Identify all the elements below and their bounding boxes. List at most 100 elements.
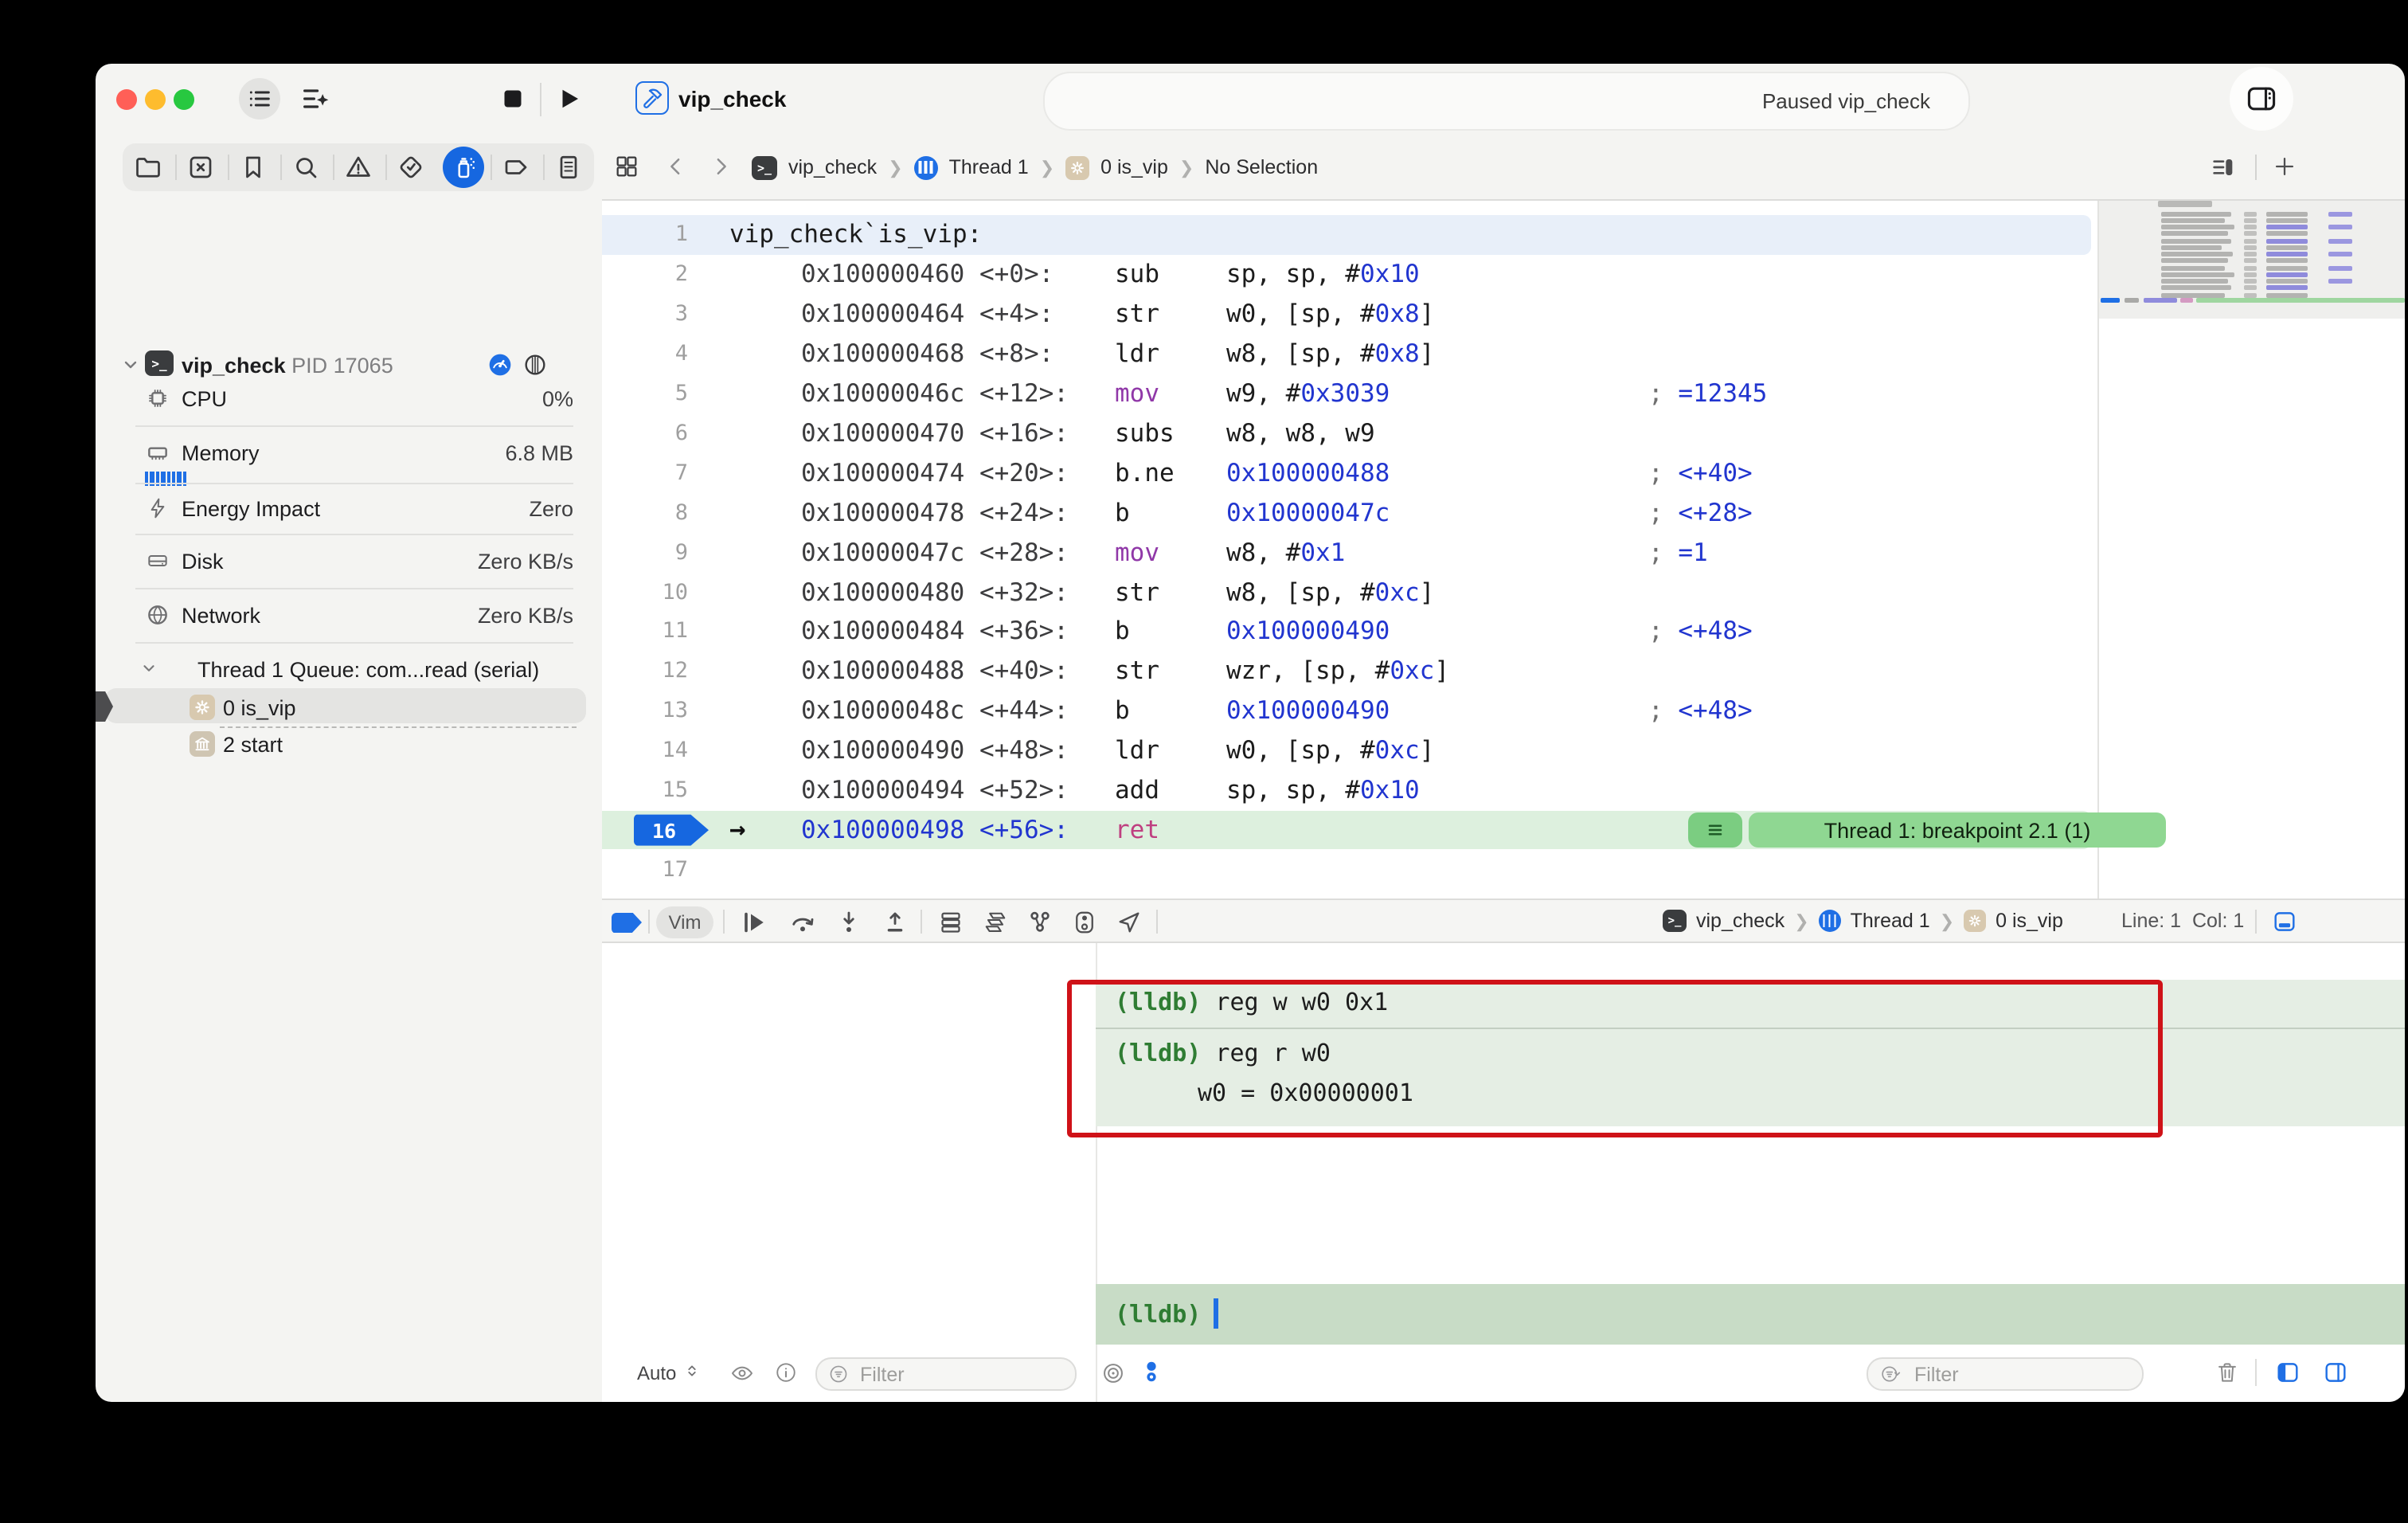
screenshot-stage: vip_check Paused vip_check >_ vip_check …	[0, 0, 2408, 1523]
zoom-window-button[interactable]	[174, 89, 194, 110]
disassembly-line[interactable]: 50x10000046c <+12>:movw9, #0x3039; =1234…	[602, 374, 2091, 413]
right-sidebar-toggle-icon[interactable]	[2244, 81, 2279, 116]
stack-frame-row[interactable]: 2 start	[223, 733, 283, 757]
rings-icon[interactable]	[522, 352, 548, 378]
minimap-row-bar	[2161, 225, 2234, 229]
breakpoints-enabled-toggle[interactable]	[612, 912, 642, 933]
warning-icon[interactable]	[344, 153, 373, 182]
debug-breadcrumb-thread[interactable]: Thread 1	[1851, 910, 1930, 932]
gauge-label-cpu[interactable]: CPU	[182, 387, 227, 411]
disassembly-line[interactable]: 30x100000464 <+4>:strw0, [sp, #0x8]	[602, 295, 2091, 335]
console-entry[interactable]: (lldb) reg w w0 0x1	[1096, 980, 2405, 1028]
debug-area-toggle-icon[interactable]	[2271, 908, 2298, 935]
disassembly-line[interactable]: 17	[602, 850, 2091, 890]
breadcrumb-process[interactable]: vip_check	[788, 156, 877, 178]
console-filter-field[interactable]	[1867, 1357, 2144, 1391]
disassembly-line[interactable]: 20x100000460 <+0>:subsp, sp, #0x10	[602, 255, 2091, 295]
chevron-down-icon[interactable]	[121, 355, 140, 374]
disassembly-line[interactable]: 60x100000470 <+16>:subsw8, w8, w9	[602, 413, 2091, 453]
instruction-comment: ; =1	[1648, 532, 1708, 572]
breakpoint-badge[interactable]: 16	[634, 815, 709, 846]
disassembly-line[interactable]: 70x100000474 <+20>:b.ne0x100000488; <+40…	[602, 453, 2091, 493]
minimap-row-bar	[2266, 265, 2308, 270]
line-number: 9	[602, 532, 688, 572]
disassembly-line[interactable]: 80x100000478 <+24>:b0x10000047c; <+28>	[602, 493, 2091, 533]
crash-icon[interactable]	[186, 153, 215, 182]
simulate-location-icon[interactable]	[1115, 908, 1143, 937]
console-mode-toggle-icon[interactable]	[1139, 1359, 1164, 1384]
step-out-button[interactable]	[881, 908, 909, 937]
disassembly-line[interactable]: 110x100000484 <+36>:b0x100000490; <+48>	[602, 612, 2091, 652]
debug-spray-icon[interactable]	[449, 153, 478, 182]
disassembly-line[interactable]: 90x10000047c <+28>:movw8, #0x1; =1	[602, 532, 2091, 572]
step-over-button[interactable]	[788, 908, 817, 937]
disassembly-line[interactable]: 120x100000488 <+40>:strwzr, [sp, #0xc]	[602, 652, 2091, 691]
console-filter-input[interactable]	[1911, 1361, 2093, 1387]
variables-pane-toggle-icon[interactable]	[2274, 1359, 2301, 1386]
forward-chevron-icon[interactable]	[709, 155, 733, 178]
breadcrumb-frame[interactable]: 0 is_vip	[1100, 156, 1168, 178]
gauge-label-network[interactable]: Network	[182, 604, 260, 628]
console-entry[interactable]: (lldb) reg r w0w0 = 0x00000001	[1096, 1029, 2405, 1126]
test-icon[interactable]	[397, 153, 425, 182]
gauge-label-disk[interactable]: Disk	[182, 550, 224, 574]
sparkle-list-icon[interactable]	[299, 83, 331, 115]
variables-filter-field[interactable]	[815, 1357, 1077, 1391]
gauge-label-energy-impact[interactable]: Energy Impact	[182, 497, 320, 521]
breakpoint-menu-button[interactable]	[1688, 813, 1742, 848]
editor-grid-icon[interactable]	[613, 153, 640, 180]
line-number: 15	[602, 770, 688, 810]
variables-filter-input[interactable]	[857, 1361, 1038, 1387]
disassembly-line[interactable]: 1vip_check`is_vip:	[602, 215, 2091, 255]
process-name[interactable]: vip_check PID 17065	[182, 354, 393, 378]
play-button[interactable]	[554, 84, 583, 113]
instruction-address: 0x100000478 <+24>:	[801, 493, 1113, 533]
breakpoint-annotation-pill[interactable]: Thread 1: breakpoint 2.1 (1)	[1749, 813, 2166, 848]
memory-graph-icon[interactable]	[1026, 908, 1054, 937]
lldb-prompt-band[interactable]: (lldb)	[1096, 1284, 2405, 1345]
view-hierarchy-icon[interactable]	[936, 908, 965, 937]
breadcrumb-thread[interactable]: Thread 1	[949, 156, 1029, 178]
gauge-info-icon[interactable]	[487, 352, 513, 378]
stack-frame-row[interactable]: 0 is_vip	[223, 696, 296, 720]
folder-icon[interactable]	[134, 153, 162, 182]
continue-button[interactable]	[739, 908, 768, 937]
stop-button[interactable]	[498, 84, 527, 113]
search-icon[interactable]	[291, 153, 320, 182]
debug-breadcrumb-process[interactable]: vip_check	[1696, 910, 1784, 932]
report-icon[interactable]	[554, 153, 583, 182]
debug-breadcrumb-frame[interactable]: 0 is_vip	[1996, 910, 2063, 932]
info-icon[interactable]	[774, 1361, 798, 1384]
instruction-mnemonic: mov	[1115, 532, 1159, 572]
bookmark-icon[interactable]	[239, 153, 268, 182]
debug-view-hierarchy-icon[interactable]	[981, 908, 1010, 937]
step-into-button[interactable]	[835, 908, 863, 937]
minimap-options-icon[interactable]	[2211, 155, 2236, 180]
trash-icon[interactable]	[2214, 1359, 2241, 1386]
close-window-button[interactable]	[116, 89, 137, 110]
quicklook-eye-icon[interactable]	[729, 1361, 755, 1386]
thread-row[interactable]: Thread 1 Queue: com...read (serial)	[197, 658, 539, 682]
minimize-window-button[interactable]	[145, 89, 166, 110]
chevron-down-icon[interactable]	[140, 660, 158, 677]
add-editor-icon[interactable]	[2271, 153, 2298, 180]
target-eye-icon[interactable]	[1100, 1361, 1126, 1386]
gauge-label-memory[interactable]: Memory	[182, 441, 260, 465]
disassembly-line[interactable]: 40x100000468 <+8>:ldrw8, [sp, #0x8]	[602, 334, 2091, 374]
tab-vip-check[interactable]: vip_check	[678, 86, 786, 112]
terminal-icon: >_	[1663, 910, 1687, 932]
disassembly-line[interactable]: 150x100000494 <+52>:addsp, sp, #0x10	[602, 770, 2091, 810]
vim-mode-badge[interactable]: Vim	[656, 906, 713, 938]
tag-icon[interactable]	[502, 153, 530, 182]
disassembly-line[interactable]: 130x10000048c <+44>:b0x100000490; <+48>	[602, 691, 2091, 731]
variables-scope-selector[interactable]: Auto	[637, 1362, 699, 1384]
disassembly-line[interactable]: 140x100000490 <+48>:ldrw0, [sp, #0xc]	[602, 730, 2091, 770]
disassembly-line[interactable]: 16→0x100000498 <+56>:retThread 1: breakp…	[602, 810, 2091, 850]
minimap[interactable]	[2097, 199, 2405, 319]
disassembly-editor[interactable]: 1vip_check`is_vip:20x100000460 <+0>:subs…	[602, 199, 2405, 899]
console-pane-toggle-icon[interactable]	[2322, 1359, 2349, 1386]
breadcrumb-selection[interactable]: No Selection	[1205, 156, 1318, 178]
back-chevron-icon[interactable]	[664, 155, 688, 178]
environment-overrides-icon[interactable]	[1070, 908, 1099, 937]
disassembly-line[interactable]: 100x100000480 <+32>:strw8, [sp, #0xc]	[602, 572, 2091, 612]
